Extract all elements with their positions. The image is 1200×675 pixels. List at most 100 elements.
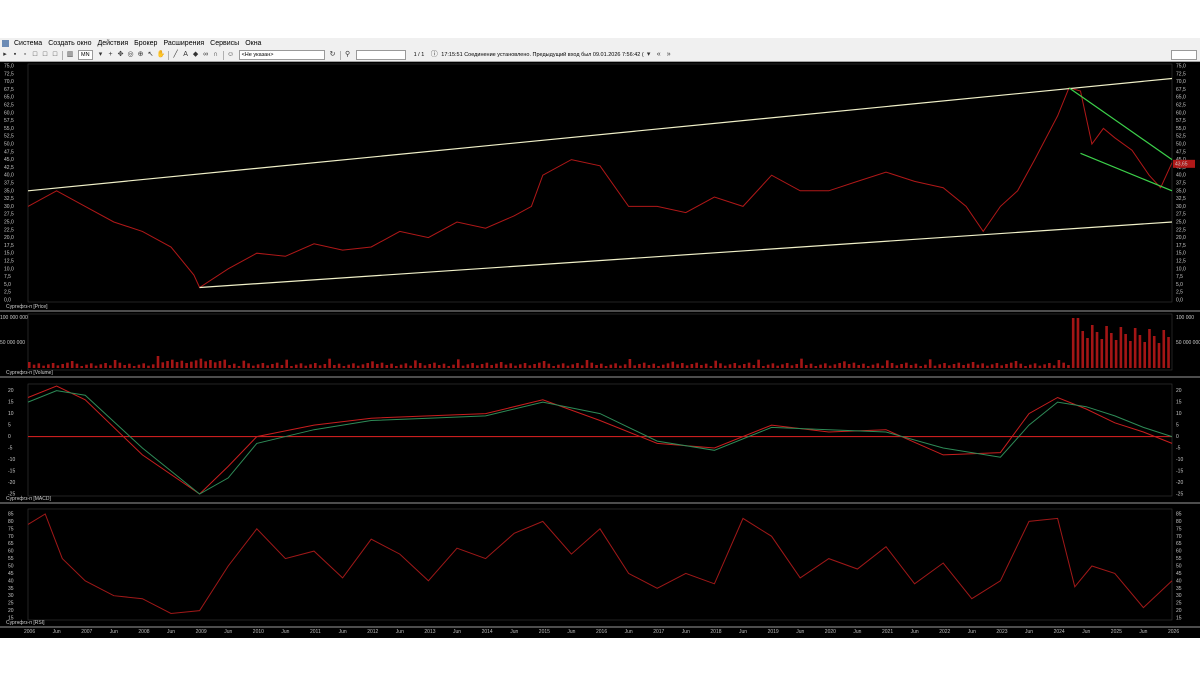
volume-bar [1138,335,1142,368]
cursor-icon[interactable]: ↖ [147,51,155,59]
forward-icon[interactable]: » [665,51,673,59]
x-axis-label: Jun [625,629,633,635]
price-ytick-left: 40,0 [4,173,14,179]
price-ytick-right: 17,5 [1176,243,1186,249]
chart-type-icon[interactable]: ▥ [66,51,74,59]
volume-bar [890,363,894,368]
volume-bar [809,363,813,368]
price-ytick-right: 47,5 [1176,149,1186,155]
volume-bar [1129,341,1132,368]
rsi-ytick-left: 25 [8,601,14,607]
menu-services[interactable]: Сервисы [207,38,242,49]
rsi-ytick-right: 75 [1176,526,1182,532]
volume-bar [271,364,274,368]
x-axis-label: 2008 [138,629,149,635]
volume-bar [204,361,207,368]
window-icon[interactable]: □ [41,51,49,59]
volume-bar [928,359,932,368]
price-ytick-right: 40,0 [1176,173,1186,179]
volume-bar [785,363,789,368]
open-icon[interactable]: ▸ [1,51,9,59]
text-tool-icon[interactable]: A [182,51,190,59]
x-axis-label: Jun [110,629,118,635]
volume-bar [905,362,908,368]
volume-bar [533,364,536,368]
account-select[interactable]: <Не указан> [238,50,325,60]
volume-bar [971,362,975,368]
volume-bar [967,363,970,368]
upper-trendline [27,77,1173,192]
info-icon: ⓘ [430,51,438,58]
volume-bar [871,364,875,368]
rsi-ytick-right: 80 [1176,519,1182,525]
back-icon[interactable]: « [655,51,663,59]
menu-extensions[interactable]: Расширения [160,38,207,49]
rsi-ytick-left: 35 [8,586,14,592]
chart-canvas[interactable]: Сургнфгз-п [Price]Сургнфгз-п [Volume]Сур… [0,62,1200,638]
price-ytick-left: 37,5 [4,181,14,187]
volume-bar [1005,364,1008,368]
volume-ytick-right: 50 000 000 [1176,340,1200,346]
window-icon[interactable]: □ [51,51,59,59]
volume-bar [232,363,236,368]
volume-bar [1062,362,1065,368]
volume-bar [866,366,870,368]
volume-bar [390,363,393,368]
user-icon[interactable]: ☺ [227,51,235,59]
macd-series-macd [27,385,1173,495]
menu-broker[interactable]: Брокер [131,38,160,49]
window-icon[interactable]: □ [31,51,39,59]
move-icon[interactable]: ✥ [117,51,125,59]
shapes-icon[interactable]: ◆ [192,51,200,59]
macd-ytick-right: 10 [1176,411,1182,417]
volume-bar [237,366,241,368]
menu-new-window[interactable]: Создать окно [45,38,94,49]
zoom-icon[interactable]: ⊕ [137,51,145,59]
volume-bar [209,360,212,368]
macd-ytick-right: -25 [1176,492,1183,498]
volume-bar [881,365,884,368]
x-axis-label: Jun [453,629,461,635]
x-axis-label: Jun [1139,629,1147,635]
price-ytick-right: 60,0 [1176,110,1186,116]
macd-ytick-right: -5 [1176,446,1181,452]
refresh-icon[interactable]: ↻ [329,51,337,59]
volume-bar [690,364,694,368]
chevron-down-icon[interactable]: ▾ [97,51,105,59]
volume-bar [99,364,103,368]
menu-windows[interactable]: Окна [242,38,264,49]
volume-bar [132,366,136,368]
rsi-ytick-left: 60 [8,549,14,555]
price-ytick-right: 27,5 [1176,212,1186,218]
search-icon[interactable]: ⚲ [344,51,352,59]
volume-bar [385,365,389,368]
volume-bar [933,365,937,368]
terminal-window: Система Создать окно Действия Брокер Рас… [0,38,1200,638]
separator [222,50,224,60]
line-tool-icon[interactable]: ╱ [172,51,180,59]
magnet-icon[interactable]: ∩ [212,51,220,59]
volume-bar [657,366,660,368]
x-axis-label: 2006 [24,629,35,635]
save-icon[interactable]: ▪ [11,51,19,59]
volume-bar [123,365,126,368]
crosshair-icon[interactable]: + [107,51,115,59]
print-icon[interactable]: ▫ [21,51,29,59]
price-ytick-left: 7,5 [4,274,11,280]
volume-bar [266,365,269,368]
x-axis-label: 2021 [882,629,893,635]
chevron-down-icon[interactable]: ▾ [645,51,653,59]
search-input[interactable] [355,50,406,60]
volume-bar [566,365,570,368]
target-icon[interactable]: ◎ [127,51,135,59]
volume-bar [113,360,117,368]
price-ytick-right: 7,5 [1176,274,1183,280]
chart-area[interactable]: Сургнфгз-п [Price] Сургнфгз-п [Volume] Сур… [0,62,1200,638]
menu-system[interactable]: Система [11,38,45,49]
link-icon[interactable]: ∞ [202,51,210,59]
volume-bar [142,363,145,368]
hand-icon[interactable]: ✋ [157,51,166,59]
volume-bar [333,365,336,368]
menu-actions[interactable]: Действия [94,38,131,49]
timeframe-select[interactable]: MN [78,50,93,60]
